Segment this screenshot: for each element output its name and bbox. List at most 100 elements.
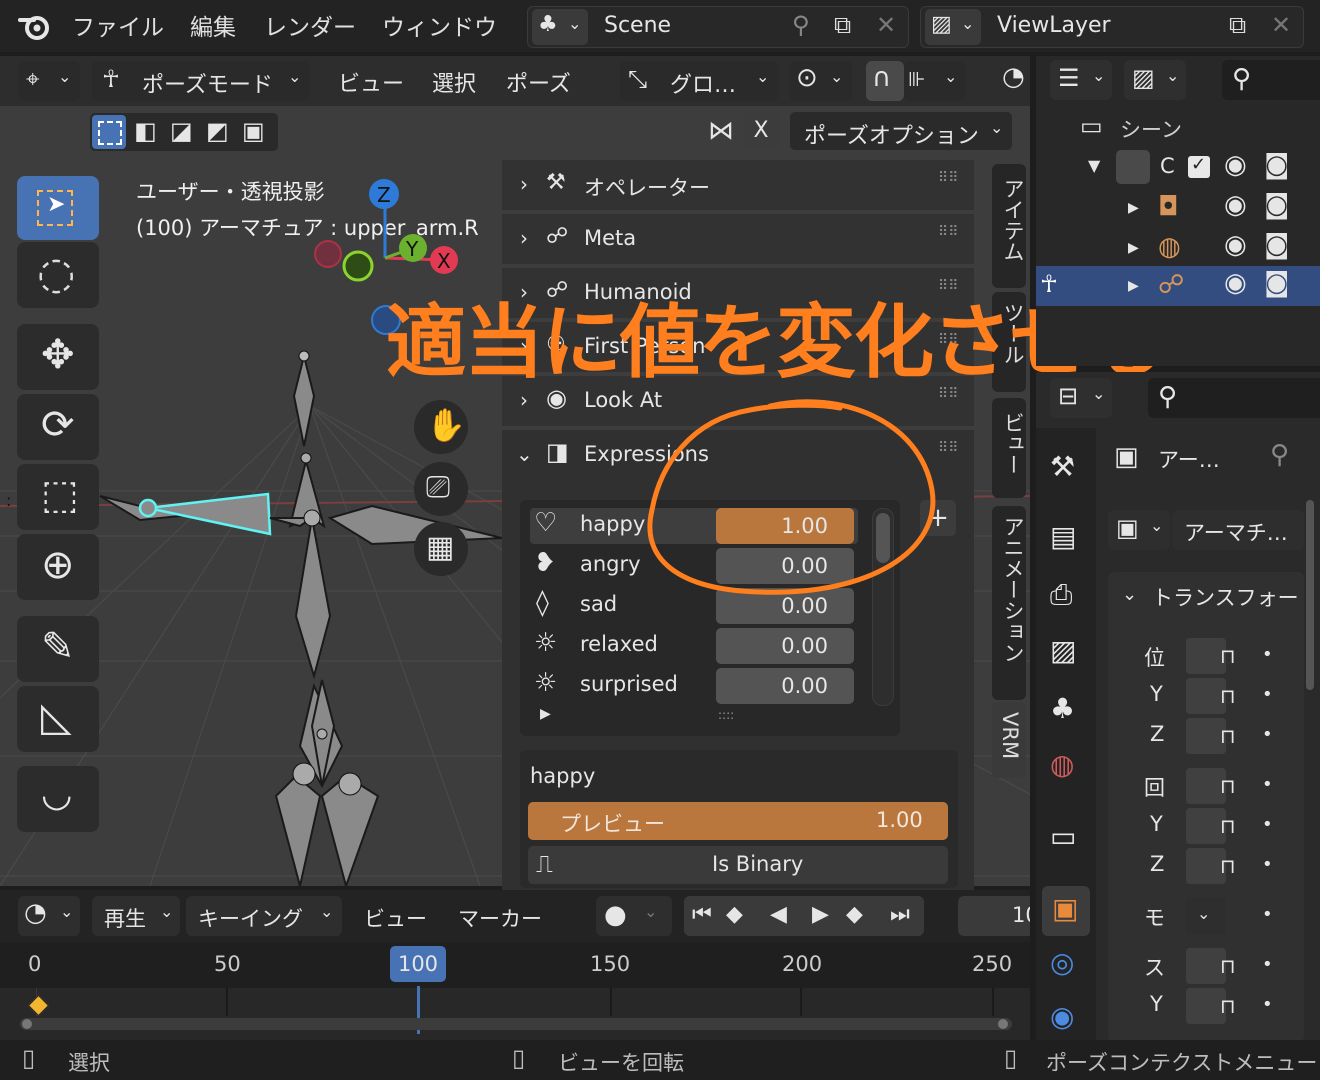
drag-handle-icon[interactable]: ⠿⠿ bbox=[938, 224, 959, 240]
playhead[interactable]: 100 bbox=[390, 946, 446, 982]
tool-measure[interactable]: ◺ bbox=[17, 686, 99, 752]
prev-keyframe-icon[interactable]: ◆ bbox=[726, 902, 743, 927]
lock-icon[interactable]: ⊓ bbox=[1220, 774, 1236, 798]
play-icon[interactable]: ▶ bbox=[812, 902, 829, 927]
expand-icon[interactable]: ▶ bbox=[1128, 240, 1139, 256]
tool-tab-icon[interactable]: ⚒ bbox=[1050, 450, 1075, 483]
mode-selector[interactable]: ☥ ポーズモード ⌄ bbox=[92, 61, 310, 101]
tab-animation[interactable]: アニメーション bbox=[992, 506, 1026, 700]
keyframe-dot-icon[interactable]: • bbox=[1262, 644, 1273, 665]
scroll-handle-right[interactable] bbox=[998, 1019, 1008, 1029]
keyframe-dot-icon[interactable]: • bbox=[1262, 774, 1273, 795]
tool-annotate[interactable]: ✎ bbox=[17, 616, 99, 682]
timeline-track[interactable] bbox=[0, 988, 1030, 1040]
view-layer-tab-icon[interactable]: ▨ bbox=[1050, 634, 1076, 667]
preview-slider[interactable]: プレビュー 1.00 bbox=[528, 802, 948, 840]
physics-tab-icon[interactable]: ◉ bbox=[1050, 1000, 1074, 1033]
drag-handle-icon[interactable]: ⠿⠿ bbox=[938, 170, 959, 186]
eye-icon[interactable]: ◉ bbox=[1224, 190, 1247, 220]
keyframe-dot-icon[interactable]: • bbox=[1262, 904, 1273, 925]
keyframe-dot-icon[interactable]: • bbox=[1262, 684, 1273, 705]
collection-tab-icon[interactable]: ▭ bbox=[1050, 820, 1076, 853]
lock-icon[interactable]: ⊓ bbox=[1220, 644, 1236, 668]
scene-tab-icon[interactable]: ♣ bbox=[1050, 692, 1075, 725]
scene-name[interactable]: Scene bbox=[604, 13, 671, 38]
lock-icon[interactable]: ⊓ bbox=[1220, 814, 1236, 838]
keying-menu[interactable]: キーイング ⌄ bbox=[186, 896, 342, 936]
light-object-icon[interactable]: ◍ bbox=[1158, 232, 1181, 262]
tool-scale[interactable]: ⬚ bbox=[17, 464, 99, 530]
outliner-filter-button[interactable]: ▨ ⌄ bbox=[1124, 60, 1186, 100]
menu-render[interactable]: レンダー bbox=[264, 8, 356, 42]
pan-view-button[interactable]: ✋ bbox=[414, 400, 468, 454]
menu-file[interactable]: ファイル bbox=[72, 8, 164, 42]
render-tab-icon[interactable]: ▤ bbox=[1050, 520, 1076, 553]
keyframe-dot-icon[interactable]: • bbox=[1262, 994, 1273, 1015]
timeline-ruler[interactable] bbox=[0, 942, 1030, 988]
camera-icon[interactable]: ◙ bbox=[1264, 268, 1289, 298]
blender-logo-icon[interactable] bbox=[18, 10, 52, 42]
pose-options-dropdown[interactable]: ポーズオプション ⌄ bbox=[790, 112, 1012, 150]
list-resize-handle[interactable]: :::: bbox=[718, 708, 734, 722]
expression-value-field[interactable]: 0.00 bbox=[716, 628, 854, 664]
select-intersect-icon[interactable]: ▣ bbox=[242, 117, 265, 145]
outliner-search-input[interactable]: ⚲ bbox=[1222, 60, 1320, 100]
camera-object-icon[interactable]: ◘ bbox=[1158, 192, 1179, 222]
lock-icon[interactable]: ⊓ bbox=[1220, 954, 1236, 978]
camera-view-button[interactable]: ⎚ bbox=[414, 462, 468, 516]
select-extend-icon[interactable]: ◧ bbox=[134, 117, 157, 145]
duplicate-icon[interactable]: ⧉ bbox=[834, 11, 851, 39]
view-layer-name[interactable]: ViewLayer bbox=[997, 13, 1111, 38]
eye-icon[interactable]: ◉ bbox=[1224, 230, 1247, 260]
camera-icon[interactable]: ◙ bbox=[1264, 230, 1289, 260]
object-name-field[interactable]: アーマチ… bbox=[1172, 510, 1304, 550]
lock-icon[interactable]: ⊓ bbox=[1220, 724, 1236, 748]
section-operator[interactable]: › ⚒ オペレーター ⠿⠿ bbox=[502, 160, 974, 210]
close-icon[interactable]: ✕ bbox=[1271, 11, 1291, 39]
timeline-editor-type[interactable]: ◔ ⌄ bbox=[18, 896, 80, 936]
tool-breakdowner[interactable]: ◡ bbox=[17, 766, 99, 832]
scroll-handle-left[interactable] bbox=[22, 1019, 32, 1029]
next-keyframe-icon[interactable]: ◆ bbox=[846, 902, 863, 927]
chevron-down-icon[interactable]: ▼ bbox=[1088, 156, 1100, 175]
armature-object-icon[interactable]: ☍ bbox=[1158, 270, 1184, 300]
timeline-scrollbar[interactable] bbox=[20, 1018, 1012, 1030]
section-meta[interactable]: › ☍ Meta ⠿⠿ bbox=[502, 214, 974, 264]
auto-keying-toggle[interactable]: ● ⌄ bbox=[596, 896, 672, 936]
pin-icon[interactable]: ⚲ bbox=[792, 11, 810, 39]
keyframe-dot-icon[interactable]: • bbox=[1262, 724, 1273, 745]
lock-icon[interactable]: ⊓ bbox=[1220, 994, 1236, 1018]
jump-end-icon[interactable]: ⏭ bbox=[890, 902, 910, 927]
close-icon[interactable]: ✕ bbox=[876, 11, 896, 39]
lock-icon[interactable]: ⊓ bbox=[1220, 854, 1236, 878]
menu-window[interactable]: ウィンドウ bbox=[382, 8, 497, 42]
tool-select-box[interactable]: ➤ bbox=[17, 176, 99, 240]
chevron-down-icon[interactable]: ⌄ bbox=[516, 442, 533, 466]
view-layer-browse-button[interactable]: ▨ ⌄ bbox=[925, 9, 981, 45]
transform-orientation-selector[interactable]: ⤡ グロ… ⌄ bbox=[620, 61, 778, 101]
properties-scrollbar[interactable] bbox=[1306, 500, 1314, 690]
tab-item[interactable]: アイテム bbox=[992, 164, 1026, 288]
tab-view[interactable]: ビュー bbox=[992, 398, 1026, 498]
camera-icon[interactable]: ◙ bbox=[1264, 190, 1289, 220]
lock-icon[interactable]: ⊓ bbox=[1220, 684, 1236, 708]
mirror-x-toggle[interactable]: X bbox=[744, 112, 778, 150]
collection-checkbox[interactable]: ✓ bbox=[1188, 154, 1210, 178]
menu-marker[interactable]: マーカー bbox=[458, 903, 542, 933]
list-expand-icon[interactable]: ▶ bbox=[540, 706, 551, 722]
outliner-display-mode[interactable]: ☰ ⌄ bbox=[1050, 60, 1112, 100]
menu-select[interactable]: 選択 bbox=[432, 66, 476, 98]
tool-cursor[interactable]: ◌ bbox=[17, 242, 99, 308]
select-new-button[interactable] bbox=[92, 115, 126, 149]
menu-view[interactable]: ビュー bbox=[364, 903, 427, 933]
menu-edit[interactable]: 編集 bbox=[190, 8, 236, 42]
constraints-tab-icon[interactable]: ◎ bbox=[1050, 946, 1074, 979]
keyframe-dot-icon[interactable]: • bbox=[1262, 814, 1273, 835]
tab-vrm[interactable]: VRM bbox=[992, 702, 1026, 778]
object-type-selector[interactable]: ▣ ⌄ bbox=[1108, 510, 1170, 550]
menu-view[interactable]: ビュー bbox=[338, 66, 404, 98]
pin-icon[interactable]: ⚲ bbox=[1270, 440, 1289, 470]
keyframe-dot-icon[interactable]: • bbox=[1262, 954, 1273, 975]
tool-move[interactable]: ✥ bbox=[17, 324, 99, 390]
eye-icon[interactable]: ◉ bbox=[1224, 268, 1247, 298]
